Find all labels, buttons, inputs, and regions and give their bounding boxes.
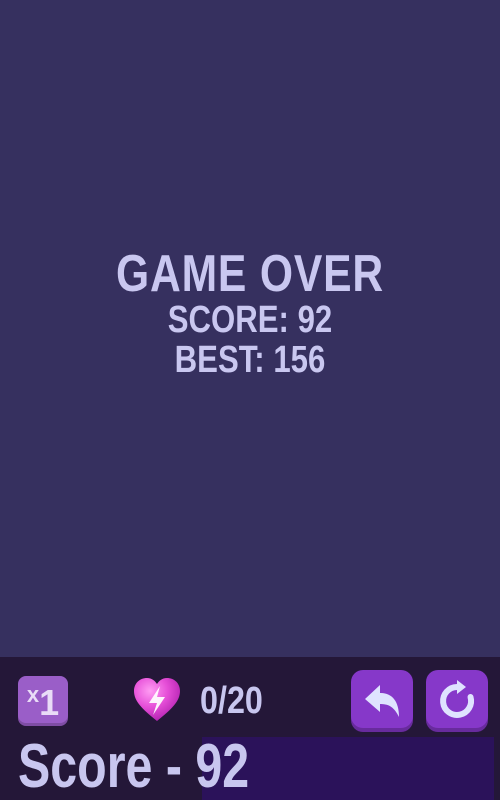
undo-button[interactable]: [351, 670, 413, 732]
undo-arrow-icon: [365, 685, 399, 717]
game-over-title: GAME OVER: [115, 245, 384, 303]
multiplier-x: x: [26, 682, 40, 707]
heart-lightning-icon: [134, 678, 180, 721]
restart-icon: [440, 680, 475, 718]
score-value: 92: [195, 732, 250, 800]
game-over-panel: GAME OVER SCORE: 92 BEST: 156: [45, 248, 455, 380]
best-score-text: BEST: 156: [174, 339, 326, 381]
multiplier-badge: x 1: [18, 676, 68, 726]
final-score-text: SCORE: 92: [167, 299, 333, 341]
energy-counter: 0/20: [200, 680, 263, 722]
score-display: Score - 92: [18, 732, 249, 800]
score-label: Score -: [18, 732, 182, 800]
multiplier-value: 1: [39, 682, 60, 723]
restart-button[interactable]: [426, 670, 488, 732]
